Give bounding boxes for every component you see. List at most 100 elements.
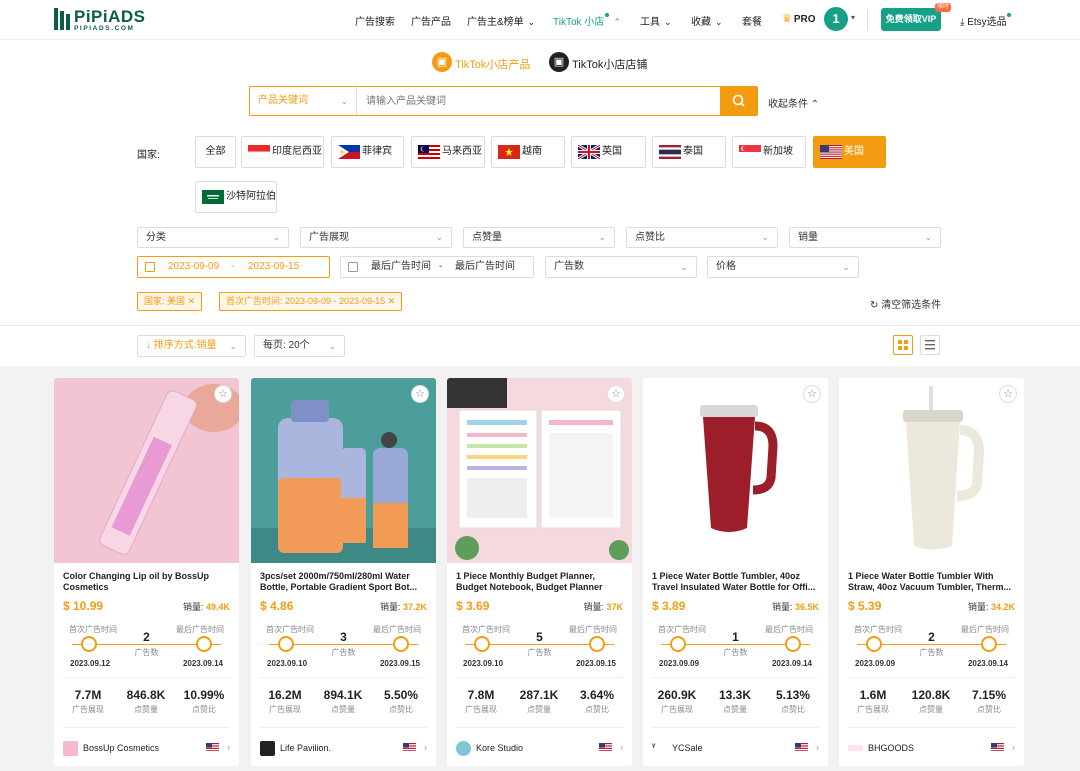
divider — [0, 325, 1080, 326]
nav-advertisers[interactable]: 广告主&榜单 ⌄ — [467, 13, 535, 28]
nav-ad-search[interactable]: 广告搜索 — [355, 13, 395, 28]
date-separator: - — [439, 261, 443, 272]
product-image[interactable]: ☆ — [447, 378, 632, 563]
last-ad-date-range[interactable]: 最后广告时间 - 最后广告时间 — [340, 256, 534, 278]
stat-value: 287.1K — [519, 688, 559, 702]
stat-label: 点赞比 — [977, 705, 1001, 714]
nav-tools[interactable]: 工具 ⌄ — [640, 13, 672, 28]
stat-label: 点赞量 — [134, 705, 158, 714]
collapse-filters-toggle[interactable]: 收起条件 ⌃ — [768, 95, 819, 110]
product-card[interactable]: ☆ 1 Piece Monthly Budget Planner, Budget… — [447, 378, 632, 766]
active-filter-tag[interactable]: 首次广告时间: 2023-09-09 - 2023-09-15 ✕ — [219, 292, 403, 311]
stat-likes: 846.8K 点赞量 — [116, 688, 176, 715]
budget-planner-image — [447, 378, 632, 563]
last-ad-label: 最后广告时间 — [569, 625, 617, 634]
stat-label: 点赞量 — [527, 705, 551, 714]
chevron-down-icon[interactable]: ▾ — [851, 13, 855, 22]
search-type-select[interactable]: 产品关键词 ⌄ — [250, 87, 357, 115]
sort-select[interactable]: ↓ 排序方式:销量 ⌄ — [137, 335, 246, 357]
chevron-down-icon: ⌄ — [715, 17, 723, 27]
product-title[interactable]: 1 Piece Water Bottle Tumbler, 40oz Trave… — [652, 571, 820, 593]
likes-select[interactable]: 点赞量 ⌄ — [463, 227, 615, 248]
country-saudi-arabia[interactable]: 沙特阿拉伯 — [195, 181, 277, 213]
price-select[interactable]: 价格 ⌄ — [707, 256, 859, 278]
country-uk[interactable]: 英国 — [571, 136, 646, 168]
grid-view-button[interactable] — [893, 335, 913, 355]
country-name: 马来西亚 — [442, 146, 482, 157]
product-card[interactable]: ☆ 1 Piece Water Bottle Tumbler, 40oz Tra… — [643, 378, 828, 766]
free-vip-button[interactable]: 免费领取VIP — [881, 8, 941, 31]
country-thailand[interactable]: 泰国 — [652, 136, 726, 168]
list-view-button[interactable] — [920, 335, 940, 355]
clock-icon — [196, 636, 212, 652]
active-filter-tag[interactable]: 国家: 美国 ✕ — [137, 292, 203, 311]
product-image[interactable]: ☆ — [643, 378, 828, 563]
stat-label: 广告展现 — [857, 705, 889, 714]
product-title[interactable]: 3pcs/set 2000m/750ml/280ml Water Bottle,… — [260, 571, 428, 593]
clear-filters-button[interactable]: ↻ 清空筛选条件 — [870, 296, 941, 311]
shop-link[interactable]: BossUp Cosmetics › — [63, 741, 230, 756]
country-vietnam[interactable]: 越南 — [491, 136, 565, 168]
shop-link[interactable]: Kore Studio › — [456, 741, 623, 756]
favorite-star-icon[interactable]: ☆ — [803, 385, 821, 403]
favorite-star-icon[interactable]: ☆ — [214, 385, 232, 403]
country-malaysia[interactable]: 马来西亚 — [411, 136, 485, 168]
stat-value: 1.6M — [859, 688, 887, 702]
ad-count-select[interactable]: 广告数 ⌄ — [545, 256, 697, 278]
product-card[interactable]: ☆ 3pcs/set 2000m/750ml/280ml Water Bottl… — [251, 378, 436, 766]
country-indonesia[interactable]: 印度尼西亚 — [241, 136, 324, 168]
country-all[interactable]: 全部 — [195, 136, 236, 168]
stat-value: 13.3K — [718, 688, 752, 702]
nav-plans[interactable]: 套餐 — [742, 13, 762, 28]
search-input[interactable] — [358, 87, 720, 115]
page-size-select[interactable]: 每页: 20个 ⌄ — [254, 335, 345, 357]
stat-value: 5.13% — [775, 688, 811, 702]
product-image[interactable]: ☆ — [251, 378, 436, 563]
avatar[interactable]: 1 — [824, 7, 848, 31]
product-card[interactable]: ☆ 1 Piece Water Bottle Tumbler With Stra… — [839, 378, 1024, 766]
logo[interactable]: PiPiADS PIPIADS.COM — [54, 7, 146, 34]
ad-count-label: 广告数 — [519, 647, 560, 658]
close-icon[interactable]: ✕ — [388, 296, 396, 306]
nav-ad-products[interactable]: 广告产品 — [411, 13, 451, 28]
like-ratio-select[interactable]: 点赞比 ⌄ — [626, 227, 778, 248]
flag-malaysia-icon — [418, 145, 440, 159]
product-card[interactable]: ☆ Color Changing Lip oil by BossUp Cosme… — [54, 378, 239, 766]
pro-label[interactable]: ♛ PRO — [782, 12, 816, 25]
nav-favorites[interactable]: 收藏 ⌄ — [691, 13, 723, 28]
close-icon[interactable]: ✕ — [188, 296, 196, 306]
favorite-star-icon[interactable]: ☆ — [411, 385, 429, 403]
shop-link[interactable]: BHGOODS › — [848, 741, 1015, 755]
country-philippines[interactable]: 菲律宾 — [331, 136, 404, 168]
clear-label: 清空筛选条件 — [881, 300, 942, 311]
country-name: 泰国 — [683, 146, 703, 157]
shop-link[interactable]: ᵞ YCSale › — [652, 741, 819, 756]
etsy-link[interactable]: ⤓ Etsy选品 — [960, 13, 1011, 28]
logo-subtext: PIPIADS.COM — [74, 25, 135, 32]
sales-select[interactable]: 销量 ⌄ — [789, 227, 941, 248]
first-ad-date-range[interactable]: 2023-09-09 - 2023-09-15 — [137, 256, 330, 278]
product-sales: 销量: 36.5K — [772, 600, 819, 613]
product-title[interactable]: 1 Piece Monthly Budget Planner, Budget N… — [456, 571, 624, 593]
category-select[interactable]: 分类 ⌄ — [137, 227, 289, 248]
first-ad-date: 2023.09.09 — [855, 659, 896, 668]
country-singapore[interactable]: 新加坡 — [732, 136, 806, 168]
nav-tiktok-shop[interactable]: TikTok 小店 ⌃ — [553, 13, 621, 28]
ad-impressions-select[interactable]: 广告展现 ⌄ — [300, 227, 452, 248]
first-ad-label: 首次广告时间 — [462, 625, 510, 634]
country-usa[interactable]: 美国 — [813, 136, 886, 168]
product-image[interactable]: ☆ — [54, 378, 239, 563]
shop-avatar: ᵞ — [652, 741, 667, 756]
search-button[interactable] — [720, 86, 758, 116]
favorite-star-icon[interactable]: ☆ — [999, 385, 1017, 403]
shop-link[interactable]: Life Pavilion. › — [260, 741, 427, 756]
favorite-star-icon[interactable]: ☆ — [607, 385, 625, 403]
clock-icon — [474, 636, 490, 652]
search-icon — [732, 94, 745, 107]
ad-count: 5 — [527, 630, 552, 644]
product-title[interactable]: 1 Piece Water Bottle Tumbler With Straw,… — [848, 571, 1016, 593]
ad-timeline: 首次广告时间 最后广告时间 3 广告数 2023.09.10 2023.09.1… — [251, 624, 436, 672]
product-image[interactable]: ☆ — [839, 378, 1024, 563]
product-price: $ 3.89 — [652, 599, 686, 613]
product-title[interactable]: Color Changing Lip oil by BossUp Cosmeti… — [63, 571, 231, 593]
